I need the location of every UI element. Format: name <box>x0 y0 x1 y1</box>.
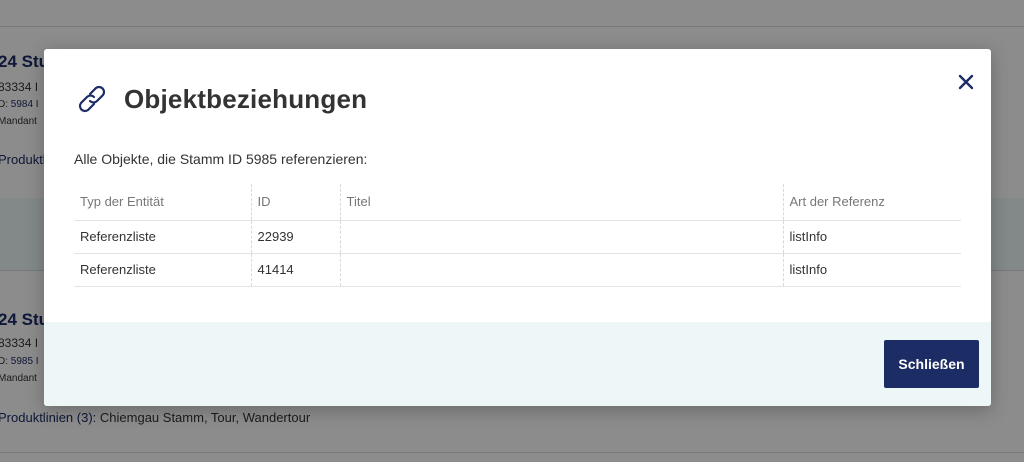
column-header-reference-type: Art der Referenz <box>783 184 961 221</box>
modal-footer: Schließen <box>44 322 991 406</box>
modal-description: Alle Objekte, die Stamm ID 5985 referenz… <box>74 151 368 167</box>
table-row: Referenzliste 22939 listInfo <box>74 220 961 254</box>
close-icon[interactable] <box>955 71 977 93</box>
modal-header: Objektbeziehungen <box>74 82 367 116</box>
close-button[interactable]: Schließen <box>884 340 979 388</box>
column-header-id: ID <box>251 184 341 221</box>
column-header-title: Titel <box>340 184 784 221</box>
column-header-entity-type: Typ der Entität <box>74 184 252 221</box>
cell-entity-type: Referenzliste <box>74 253 252 287</box>
references-table: Typ der Entität ID Titel Art der Referen… <box>74 184 961 287</box>
link-icon <box>74 82 110 116</box>
cell-title <box>340 253 784 287</box>
cell-title <box>340 220 784 254</box>
cell-id: 22939 <box>251 220 341 254</box>
cell-reference-type: listInfo <box>783 220 961 254</box>
object-relations-modal: Objektbeziehungen Alle Objekte, die Stam… <box>44 49 991 406</box>
modal-title: Objektbeziehungen <box>124 83 368 114</box>
cell-id: 41414 <box>251 253 341 287</box>
cell-entity-type: Referenzliste <box>74 220 252 254</box>
table-header-row: Typ der Entität ID Titel Art der Referen… <box>74 184 961 221</box>
cell-reference-type: listInfo <box>783 253 961 287</box>
table-row: Referenzliste 41414 listInfo <box>74 253 961 287</box>
